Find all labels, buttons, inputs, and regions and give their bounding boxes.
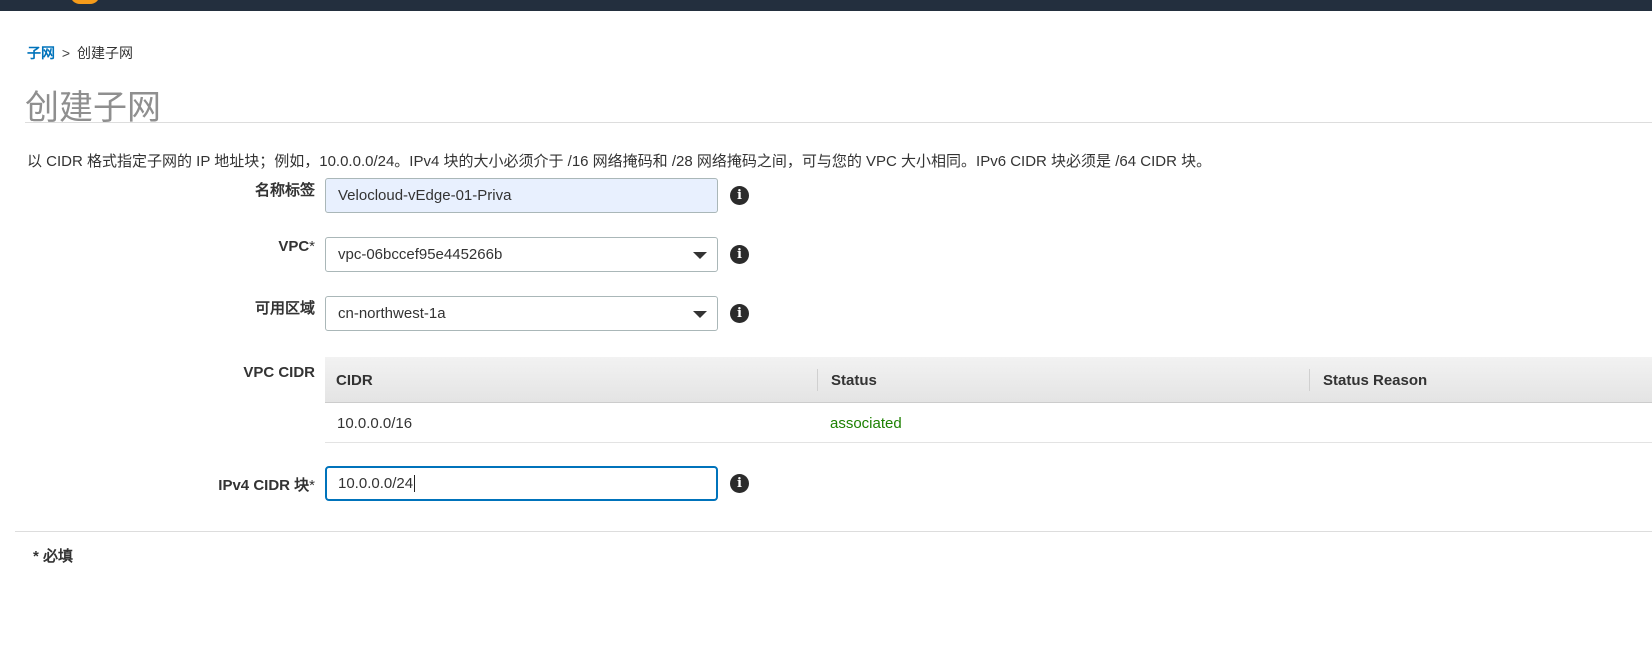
text-cursor [414,475,416,492]
vpc-cidr-label: VPC CIDR [243,364,315,381]
cell-status: associated [830,415,902,432]
aws-logo[interactable] [70,0,100,4]
vpc-label: VPC* [278,238,315,255]
table-row: 10.0.0.0/16 associated [325,403,1652,443]
ipv4-cidr-label: IPv4 CIDR 块* [218,477,315,494]
column-header-status-reason: Status Reason [1323,372,1428,389]
breadcrumb-current: 创建子网 [76,45,133,61]
cidr-help-text: 以 CIDR 格式指定子网的 IP 地址块；例如，10.0.0.0/24。IPv… [27,153,1212,170]
ipv4-cidr-info-icon[interactable]: i [730,474,749,493]
availability-zone-info-icon[interactable]: i [730,304,749,323]
top-navigation-bar [0,0,1652,11]
column-divider [817,369,818,391]
column-header-cidr: CIDR [336,372,373,389]
title-divider [25,122,1652,123]
name-tag-label: 名称标签 [254,182,315,199]
breadcrumb-separator: > [61,45,71,61]
name-tag-input[interactable]: Velocloud-vEdge-01-Priva [325,178,718,213]
footer-divider [15,531,1652,532]
vpc-selected-value: vpc-06bccef95e445266b [338,246,503,263]
chevron-down-icon [693,311,707,318]
vpc-cidr-table: CIDR Status Status Reason 10.0.0.0/16 as… [325,357,1652,443]
column-header-status: Status [831,372,877,389]
breadcrumb-link-subnets[interactable]: 子网 [27,45,55,61]
vpc-select[interactable]: vpc-06bccef95e445266b [325,237,718,272]
vpc-info-icon[interactable]: i [730,245,749,264]
table-header: CIDR Status Status Reason [325,357,1652,403]
cell-cidr: 10.0.0.0/16 [337,415,413,432]
breadcrumb: 子网 > 创建子网 [27,43,133,63]
ipv4-cidr-input[interactable]: 10.0.0.0/24 [325,466,718,501]
required-fields-note: * 必填 [33,548,74,565]
availability-zone-select[interactable]: cn-northwest-1a [325,296,718,331]
name-tag-info-icon[interactable]: i [730,186,749,205]
ipv4-cidr-value: 10.0.0.0/24 [338,475,414,492]
name-tag-value: Velocloud-vEdge-01-Priva [338,187,512,204]
availability-zone-label: 可用区域 [254,300,315,317]
chevron-down-icon [693,252,707,259]
availability-zone-selected-value: cn-northwest-1a [338,305,446,322]
column-divider [1309,369,1310,391]
